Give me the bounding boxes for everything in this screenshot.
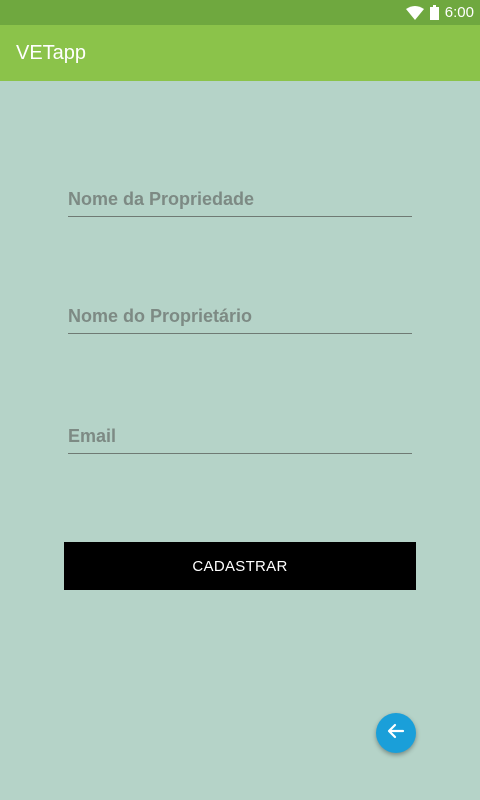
owner-name-field — [68, 303, 412, 334]
status-icons: 6:00 — [405, 0, 474, 25]
email-field — [68, 423, 412, 454]
property-name-input[interactable] — [68, 186, 412, 212]
owner-name-input[interactable] — [68, 303, 412, 329]
app-bar: VETapp — [0, 25, 480, 81]
status-time: 6:00 — [444, 4, 474, 21]
back-fab-button[interactable] — [376, 713, 416, 753]
email-input[interactable] — [68, 423, 412, 449]
status-bar: 6:00 — [0, 0, 480, 25]
battery-icon — [429, 5, 439, 20]
property-name-field — [68, 186, 412, 217]
arrow-back-icon — [387, 722, 405, 745]
wifi-icon — [405, 5, 424, 20]
app-title: VETapp — [16, 42, 87, 64]
cadastrar-button[interactable]: CADASTRAR — [64, 542, 416, 590]
